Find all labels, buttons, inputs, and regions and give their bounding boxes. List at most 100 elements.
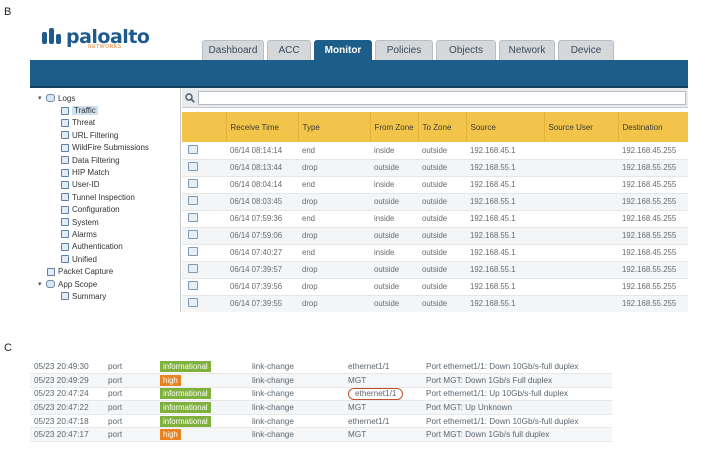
sidebar-item-label: User-ID <box>72 180 100 190</box>
severity-cell: informational <box>156 400 248 415</box>
table-row[interactable]: 05/23 20:47:17 port high link-change MGT Port… <box>30 427 612 443</box>
sidebar-item-packet-capture[interactable]: Packet Capture <box>30 265 180 277</box>
table-cell <box>544 159 618 177</box>
sidebar-item-logs[interactable]: ▾ Logs <box>30 92 180 104</box>
column-header-type[interactable]: Type <box>298 112 371 142</box>
sidebar-item-user-id[interactable]: User-ID <box>30 179 180 191</box>
table-row[interactable]: 06/14 07:39:56 drop outside outside 192.168.… <box>182 278 688 296</box>
log-detail-icon[interactable] <box>188 247 198 256</box>
sidebar-item-app-scope[interactable]: ▾ App Scope <box>30 278 180 290</box>
event-cell: link-change <box>248 400 344 415</box>
log-detail-icon[interactable] <box>188 230 198 239</box>
log-detail-icon[interactable] <box>188 179 198 188</box>
tab-monitor[interactable]: Monitor <box>314 40 372 60</box>
sidebar-item-data-filtering[interactable]: Data Filtering <box>30 154 180 166</box>
table-row[interactable]: 06/14 08:14:14 end inside outside 192.168.45… <box>182 142 688 160</box>
table-cell: drop <box>298 295 370 312</box>
sidebar-item-authentication[interactable]: Authentication <box>30 241 180 253</box>
sidebar-item-system[interactable]: System <box>30 216 180 228</box>
table-cell: 06/14 07:39:55 <box>226 295 298 312</box>
log-detail-icon[interactable] <box>188 162 198 171</box>
table-row[interactable]: 05/23 20:49:30 port informational link-chan… <box>30 360 612 375</box>
log-detail-icon[interactable] <box>188 213 198 222</box>
table-row[interactable]: 06/14 08:04:14 end inside outside 192.168.45… <box>182 176 688 194</box>
column-header-to-zone[interactable]: To Zone <box>418 112 467 142</box>
table-row[interactable]: 06/14 07:59:36 end inside outside 192.168.45… <box>182 210 688 228</box>
toolbar-band <box>30 60 688 88</box>
table-cell: end <box>298 244 370 262</box>
table-cell: outside <box>370 227 418 245</box>
table-cell: 06/14 08:14:14 <box>226 142 298 160</box>
table-cell: 192.168.55.1 <box>466 261 544 279</box>
traffic-log-table: Receive Time Type From Zone To Zone Source So… <box>182 112 688 312</box>
log-detail-icon[interactable] <box>188 298 198 307</box>
log-filter-input[interactable] <box>198 91 686 105</box>
event-cell: link-change <box>248 360 344 375</box>
tab-policies[interactable]: Policies <box>375 40 433 60</box>
log-detail-icon[interactable] <box>188 281 198 290</box>
sidebar-item-label: Authentication <box>72 242 123 252</box>
table-cell: drop <box>298 278 370 296</box>
table-cell <box>544 193 618 211</box>
sidebar-item-label: Traffic <box>72 106 98 116</box>
table-row[interactable]: 06/14 08:03:45 drop outside outside 192.168.… <box>182 193 688 211</box>
column-header-destination[interactable]: Destination <box>618 112 688 142</box>
table-row[interactable]: 06/14 07:39:57 drop outside outside 192.168.… <box>182 261 688 279</box>
sidebar-item-wildfire-submissions[interactable]: WildFire Submissions <box>30 142 180 154</box>
sidebar-item-label: Data Filtering <box>72 155 120 165</box>
search-icon[interactable] <box>185 93 195 103</box>
table-row[interactable]: 06/14 08:13:44 drop outside outside 192.168.… <box>182 159 688 177</box>
object-text: MGT <box>348 430 367 440</box>
table-row[interactable]: 05/23 20:47:18 port informational link-chan… <box>30 414 612 429</box>
time-cell: 05/23 20:49:30 <box>30 360 104 375</box>
table-row[interactable]: 06/14 07:40:27 end inside outside 192.168.45… <box>182 244 688 262</box>
sidebar-item-url-filtering[interactable]: URL Filtering <box>30 129 180 141</box>
object-text: ethernet1/1 <box>348 362 390 372</box>
table-cell: 06/14 07:59:06 <box>226 227 298 245</box>
table-row[interactable]: 05/23 20:47:22 port informational link-chan… <box>30 400 612 415</box>
folder-icon <box>46 280 55 289</box>
column-header-from-zone[interactable]: From Zone <box>370 112 419 142</box>
column-header-receive-time[interactable]: Receive Time <box>226 112 299 142</box>
tab-objects[interactable]: Objects <box>436 40 496 60</box>
time-cell: 05/23 20:47:22 <box>30 400 104 415</box>
event-cell: link-change <box>248 373 344 388</box>
sidebar-item-threat[interactable]: Threat <box>30 117 180 129</box>
log-detail-icon[interactable] <box>188 264 198 273</box>
detail-cell <box>182 176 226 194</box>
sidebar-item-alarms[interactable]: Alarms <box>30 228 180 240</box>
sidebar-item-summary[interactable]: Summary <box>30 290 180 302</box>
table-row[interactable]: 06/14 07:39:55 drop outside outside 192.168.… <box>182 295 688 312</box>
table-cell: outside <box>418 244 466 262</box>
table-cell <box>544 295 618 312</box>
event-cell: link-change <box>248 427 344 443</box>
main-tabs: Dashboard ACC Monitor Policies Objects Networ… <box>202 40 614 60</box>
tab-acc[interactable]: ACC <box>267 40 311 60</box>
object-text: ethernet1/1 <box>348 416 390 426</box>
table-row[interactable]: 06/14 07:59:06 drop outside outside 192.168.… <box>182 227 688 245</box>
type-cell: port <box>104 414 156 429</box>
sidebar-item-tunnel-inspection[interactable]: Tunnel Inspection <box>30 191 180 203</box>
sidebar-item-hip-match[interactable]: HIP Match <box>30 166 180 178</box>
sidebar-item-label: HIP Match <box>72 168 110 178</box>
log-detail-icon[interactable] <box>188 196 198 205</box>
tab-device[interactable]: Device <box>558 40 614 60</box>
table-row[interactable]: 05/23 20:49:29 port high link-change MGT Port… <box>30 373 612 388</box>
column-header-source[interactable]: Source <box>466 112 545 142</box>
table-cell: 06/14 08:03:45 <box>226 193 298 211</box>
tab-dashboard[interactable]: Dashboard <box>202 40 264 60</box>
type-cell: port <box>104 387 156 402</box>
sidebar-item-label: Logs <box>58 93 76 103</box>
sidebar-item-traffic[interactable]: Traffic <box>30 104 180 116</box>
sidebar-item-label: Unified <box>72 254 97 264</box>
table-row[interactable]: 05/23 20:47:24 port informational link-chan… <box>30 387 612 402</box>
column-header-source-user[interactable]: Source User <box>544 112 619 142</box>
tab-network[interactable]: Network <box>499 40 555 60</box>
type-cell: port <box>104 427 156 443</box>
filter-bar <box>182 88 688 108</box>
table-cell: end <box>298 210 370 228</box>
sidebar-item-configuration[interactable]: Configuration <box>30 204 180 216</box>
sidebar-item-unified[interactable]: Unified <box>30 253 180 265</box>
log-detail-icon[interactable] <box>188 144 198 154</box>
column-header-detail[interactable] <box>182 112 227 142</box>
